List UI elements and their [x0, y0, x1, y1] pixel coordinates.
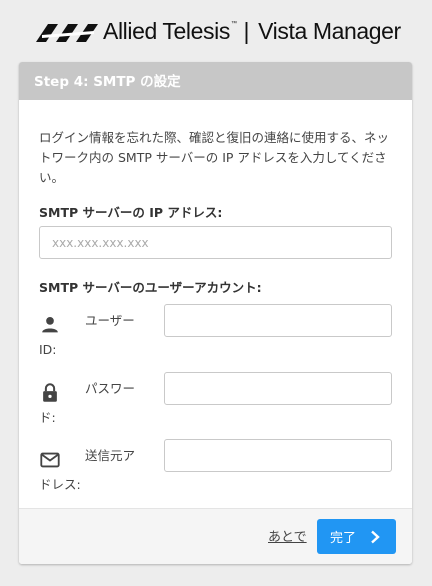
- dialog-description: ログイン情報を忘れた際、確認と復旧の連絡に使用する、ネットワーク内の SMTP …: [39, 130, 390, 185]
- dialog-footer: あとで 完了: [19, 508, 412, 564]
- app-header: Allied Telesis™ | Vista Manager: [0, 0, 432, 62]
- username-input[interactable]: [164, 304, 392, 337]
- brand-name: Allied Telesis: [103, 18, 230, 44]
- sender-address-label-line2: ドレス:: [39, 477, 81, 492]
- dialog-body: ログイン情報を忘れた際、確認と復旧の連絡に使用する、ネットワーク内の SMTP …: [19, 100, 412, 295]
- finish-button[interactable]: 完了: [317, 519, 396, 554]
- product-name: Vista Manager: [258, 18, 401, 44]
- username-label-line2: ID:: [39, 342, 57, 357]
- sender-address-row: 送信元ア ドレス:: [39, 439, 392, 492]
- username-label-line1: ユーザー: [85, 313, 135, 328]
- finish-button-label: 完了: [330, 531, 357, 546]
- later-link[interactable]: あとで: [268, 526, 307, 545]
- dialog-title: Step 4: SMTP の設定: [19, 62, 412, 100]
- brand-trademark: ™: [230, 21, 237, 27]
- username-label: ユーザー ID:: [39, 304, 161, 362]
- sender-address-input[interactable]: [164, 439, 392, 472]
- sender-address-label: 送信元ア ドレス:: [39, 439, 161, 497]
- password-input[interactable]: [164, 372, 392, 405]
- password-row: パスワー ド:: [39, 372, 392, 425]
- password-label-line1: パスワー: [85, 381, 136, 396]
- smtp-ip-label: SMTP サーバーの IP アドレス:: [39, 205, 223, 220]
- username-row: ユーザー ID:: [39, 304, 392, 357]
- allied-telesis-logo-icon: [36, 24, 98, 42]
- chevron-right-icon: [371, 530, 380, 544]
- sender-address-label-line1: 送信元ア: [85, 448, 136, 463]
- password-label: パスワー ド:: [39, 372, 161, 430]
- brand-separator: |: [243, 18, 250, 44]
- smtp-setup-dialog: Step 4: SMTP の設定 ログイン情報を忘れた際、確認と復旧の連絡に使用…: [19, 62, 412, 564]
- smtp-ip-input[interactable]: [39, 226, 392, 259]
- password-label-line2: ド:: [39, 410, 56, 425]
- brand-title: Allied Telesis™ | Vista Manager: [103, 18, 401, 45]
- smtp-account-label: SMTP サーバーのユーザーアカウント:: [39, 280, 262, 295]
